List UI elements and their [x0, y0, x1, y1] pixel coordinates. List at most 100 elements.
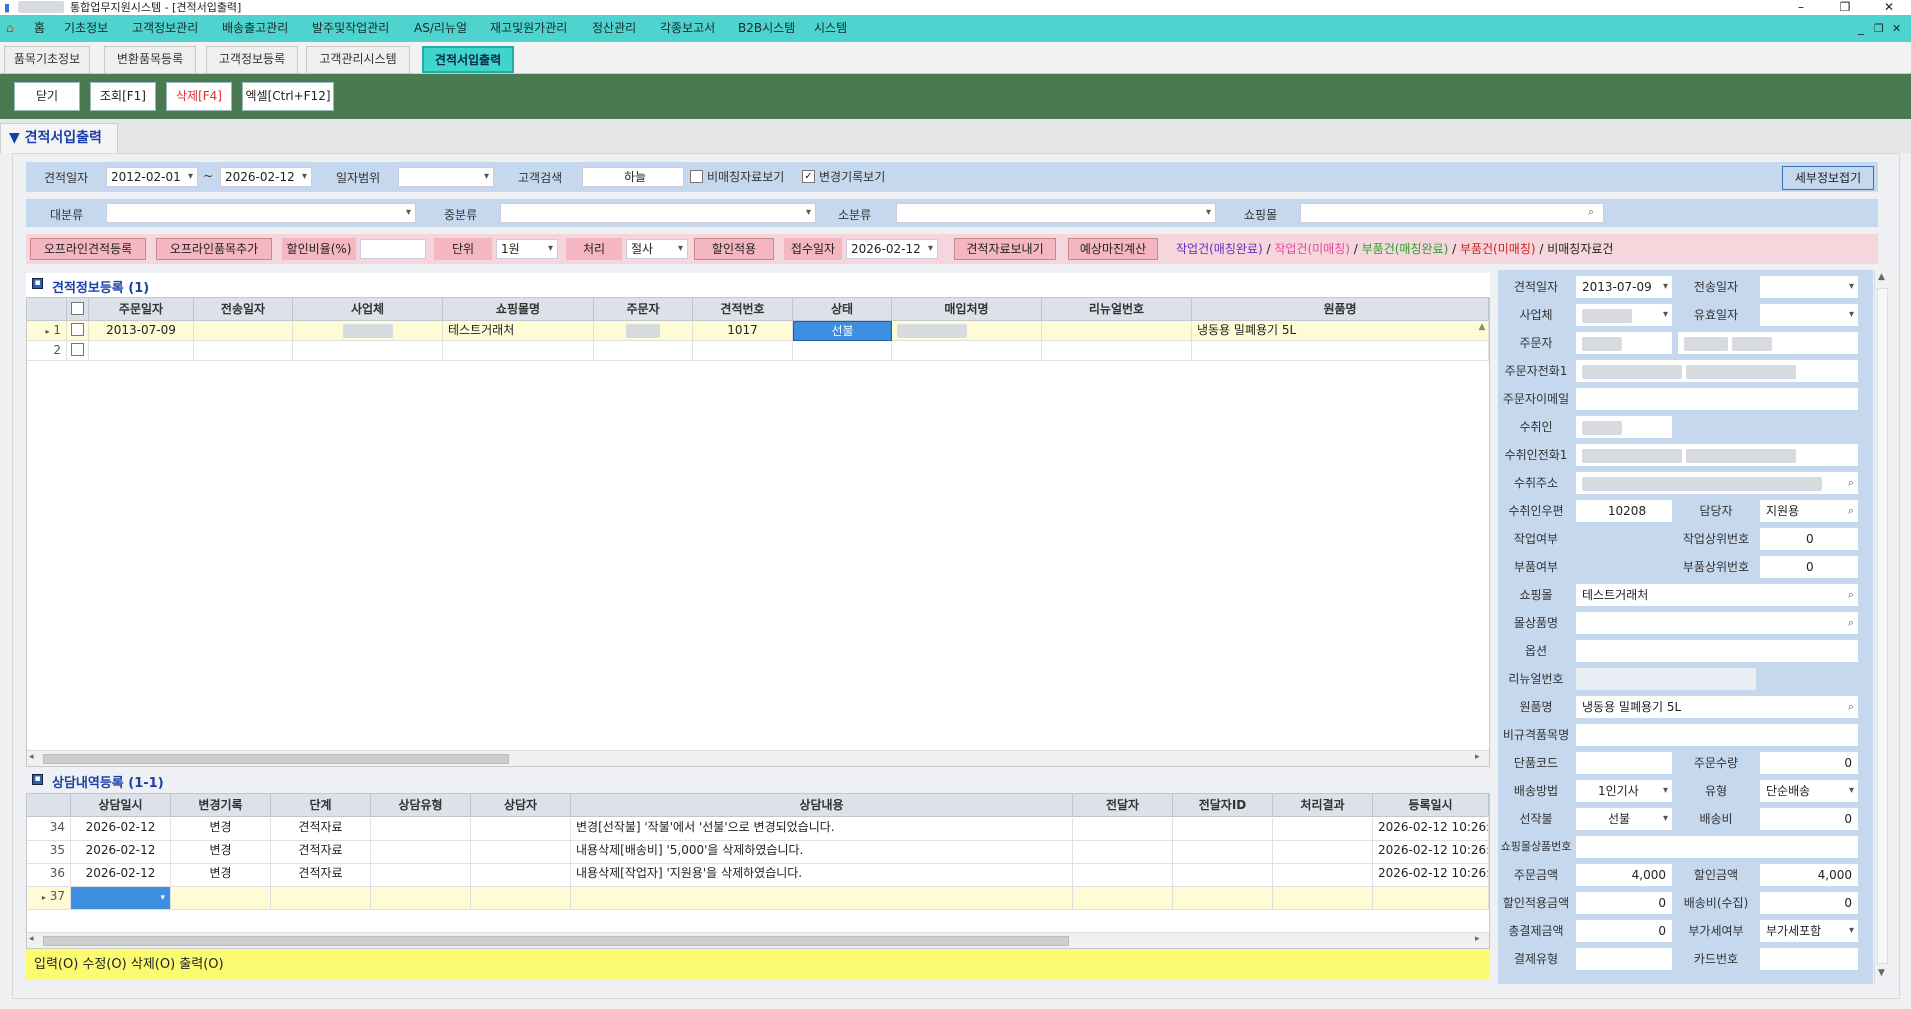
col-stage[interactable]: 단계 [271, 794, 371, 817]
detail-ship-fee-collect[interactable]: 0 [1760, 892, 1858, 914]
detail-nonstd[interactable] [1576, 724, 1858, 746]
cell-consult-type[interactable] [371, 887, 471, 910]
scroll-left-icon[interactable]: ◂ [29, 752, 34, 762]
minor-category-select[interactable] [896, 203, 1216, 223]
menu-settlement[interactable]: 정산관리 [592, 15, 636, 42]
col-quote-no[interactable]: 견적번호 [693, 298, 793, 321]
detail-discount-amount[interactable]: 4,000 [1760, 864, 1858, 886]
table-row[interactable]: ▸ 37 ▾ [27, 887, 1489, 910]
cell-quote-no[interactable]: 1017 [693, 321, 793, 341]
detail-pay-type[interactable] [1576, 948, 1672, 970]
detail-mall-product-no[interactable] [1576, 836, 1858, 858]
cell-product[interactable]: 냉동용 밀폐용기 5L [1192, 321, 1489, 341]
detail-card-no[interactable] [1760, 948, 1858, 970]
cell-content[interactable]: 내용삭제[작업자] '지원용'을 삭제하였습니다. [571, 864, 1073, 887]
menu-order-work[interactable]: 발주및작업관리 [312, 15, 389, 42]
table-row[interactable]: 2 [27, 341, 1489, 361]
col-send-date[interactable]: 전송일자 [194, 298, 293, 321]
detail-mall-product[interactable]: ⌕ [1576, 612, 1858, 634]
process-select[interactable]: 절사 [626, 239, 688, 259]
cell-renewal-no[interactable] [1042, 341, 1192, 361]
detail-type-select[interactable]: 단순배송 [1760, 780, 1858, 802]
detail-mall[interactable]: 테스트거래처 ⌕ [1576, 584, 1858, 606]
mdi-minimize-button[interactable]: _ [1858, 15, 1864, 42]
menu-system[interactable]: 시스템 [814, 15, 847, 42]
detail-product[interactable]: 냉동용 밀폐용기 5L ⌕ [1576, 696, 1858, 718]
table-row[interactable]: ▸ 1 2013-07-09 테스트거래처 1017 선불 냉동용 밀폐용기 5… [27, 321, 1489, 341]
cell-content[interactable] [571, 887, 1073, 910]
col-sender-id[interactable]: 전달자ID [1173, 794, 1273, 817]
cell-send-date[interactable] [194, 341, 293, 361]
cell-consult-type[interactable] [371, 841, 471, 864]
detail-total[interactable]: 0 [1576, 920, 1672, 942]
table-row[interactable]: 36 2026-02-12 변경 견적자료 내용삭제[작업자] '지원용'을 삭… [27, 864, 1489, 887]
menu-as-renewal[interactable]: AS/리뉴얼 [414, 15, 467, 42]
detail-ship-fee[interactable]: 0 [1760, 808, 1858, 830]
cell-consult-date[interactable]: 2026-02-12 [71, 818, 171, 841]
menu-b2b[interactable]: B2B시스템 [738, 15, 795, 42]
close-window-button[interactable]: ✕ [1874, 0, 1904, 15]
tab-quote-io[interactable]: 견적서입출력 [422, 46, 514, 73]
col-change-log[interactable]: 변경기록 [171, 794, 271, 817]
cell-product[interactable] [1192, 341, 1489, 361]
row-checkbox[interactable] [71, 343, 84, 356]
detail-orderer-extra[interactable] [1678, 332, 1858, 354]
cell-mall-name[interactable] [443, 341, 594, 361]
col-order-date[interactable]: 주문일자 [89, 298, 194, 321]
major-category-select[interactable] [106, 203, 416, 223]
cell-sender-id[interactable] [1173, 841, 1273, 864]
col-orderer[interactable]: 주문자 [594, 298, 693, 321]
cell-consult-date[interactable]: 2026-02-12 [71, 864, 171, 887]
maximize-button[interactable]: ❐ [1830, 0, 1860, 15]
col-result[interactable]: 처리결과 [1273, 794, 1373, 817]
cell-counselor[interactable] [471, 818, 571, 841]
col-product[interactable]: 원품명 [1192, 298, 1489, 321]
cell-stage[interactable] [271, 887, 371, 910]
cell-stage[interactable]: 견적자료 [271, 841, 371, 864]
scroll-thumb[interactable] [43, 754, 509, 764]
chevron-down-icon[interactable]: ▾ [160, 893, 165, 903]
detail-vat-select[interactable]: 부가세포함 [1760, 920, 1858, 942]
customer-search-input[interactable]: 하늘 [582, 167, 684, 187]
detail-orderer-phone[interactable] [1576, 360, 1858, 382]
menu-home[interactable]: 홈 [34, 15, 45, 42]
cell-company[interactable] [293, 341, 443, 361]
detail-manager[interactable]: 지원용 ⌕ [1760, 500, 1858, 522]
send-quote-button[interactable]: 견적자료보내기 [954, 238, 1056, 260]
cell-result[interactable] [1273, 887, 1373, 910]
cell-quote-no[interactable] [693, 341, 793, 361]
detail-receiver-addr[interactable]: ⌕ [1576, 472, 1858, 494]
detail-work-parent[interactable]: 0 [1760, 528, 1858, 550]
detail-quote-date-picker[interactable]: 2013-07-09 [1576, 276, 1672, 298]
cell-change-log[interactable]: 변경 [171, 818, 271, 841]
cell-sender-id[interactable] [1173, 887, 1273, 910]
cell-result[interactable] [1273, 841, 1373, 864]
scroll-up-icon[interactable]: ▲ [1878, 272, 1885, 282]
cell-stage[interactable]: 견적자료 [271, 818, 371, 841]
cell-consult-type[interactable] [371, 864, 471, 887]
mid-category-select[interactable] [500, 203, 816, 223]
search-icon[interactable]: ⌕ [1848, 696, 1854, 718]
detail-toggle-button[interactable]: 세부정보접기 [1782, 166, 1874, 190]
offline-item-button[interactable]: 오프라인품목추가 [156, 238, 272, 260]
quote-grid-hscrollbar[interactable]: ◂ ▸ [27, 750, 1489, 766]
scroll-right-icon[interactable]: ▸ [1475, 752, 1480, 762]
cell-consult-type[interactable] [371, 818, 471, 841]
menu-shipping[interactable]: 배송출고관리 [222, 15, 288, 42]
cell-sender-id[interactable] [1173, 864, 1273, 887]
menu-reports[interactable]: 각종보고서 [660, 15, 715, 42]
row-checkbox[interactable] [71, 323, 84, 336]
section-title[interactable]: ▼ 견적서입출력 [0, 123, 118, 153]
tab-item-basic[interactable]: 품목기초정보 [4, 46, 90, 73]
cell-vendor[interactable] [892, 341, 1042, 361]
margin-calc-button[interactable]: 예상마진계산 [1068, 238, 1158, 260]
mdi-restore-button[interactable]: ❐ [1874, 15, 1884, 42]
search-icon[interactable]: ⌕ [1588, 205, 1594, 219]
col-company[interactable]: 사업체 [293, 298, 443, 321]
cell-change-log[interactable] [171, 887, 271, 910]
col-sender[interactable]: 전달자 [1073, 794, 1173, 817]
select-all-checkbox[interactable] [71, 302, 84, 315]
apply-discount-button[interactable]: 할인적용 [694, 238, 774, 260]
cell-sender[interactable] [1073, 887, 1173, 910]
detail-expiry-picker[interactable] [1760, 304, 1858, 326]
